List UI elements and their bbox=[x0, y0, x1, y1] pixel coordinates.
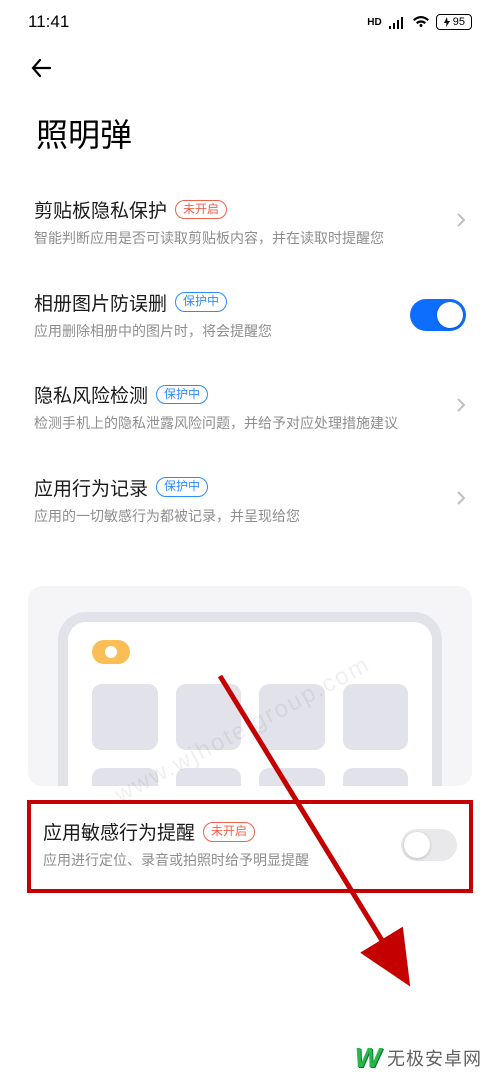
page-title: 照明弹 bbox=[0, 82, 500, 176]
setting-desc: 检测手机上的隐私泄露风险问题，并给予对应处理措施建议 bbox=[34, 414, 446, 434]
back-button[interactable] bbox=[28, 54, 56, 82]
status-badge: 保护中 bbox=[156, 477, 208, 497]
toggle-switch[interactable] bbox=[410, 299, 466, 331]
hd-icon: HD bbox=[367, 17, 381, 28]
setting-title: 应用敏感行为提醒 bbox=[43, 818, 195, 845]
setting-title: 剪贴板隐私保护 bbox=[34, 196, 167, 223]
setting-sensitive-behavior[interactable]: 应用敏感行为提醒 未开启 应用进行定位、录音或拍照时给予明显提醒 bbox=[43, 818, 457, 871]
status-badge: 未开启 bbox=[175, 200, 227, 220]
chevron-right-icon bbox=[456, 212, 466, 233]
status-indicators: HD 95 bbox=[367, 14, 472, 30]
battery-icon: 95 bbox=[436, 14, 472, 30]
setting-title: 应用行为记录 bbox=[34, 474, 148, 501]
status-badge: 保护中 bbox=[175, 292, 227, 312]
setting-album-protection[interactable]: 相册图片防误删 保护中 应用删除相册中的图片时，将会提醒您 bbox=[30, 269, 470, 362]
setting-desc: 应用的一切敏感行为都被记录，并呈现给您 bbox=[34, 507, 446, 527]
battery-level: 95 bbox=[453, 16, 465, 28]
setting-app-behavior[interactable]: 应用行为记录 保护中 应用的一切敏感行为都被记录，并呈现给您 bbox=[30, 454, 470, 547]
chevron-right-icon bbox=[456, 397, 466, 418]
status-time: 11:41 bbox=[28, 12, 69, 32]
header bbox=[0, 36, 500, 82]
setting-desc: 智能判断应用是否可读取剪贴板内容，并在读取时提醒您 bbox=[34, 229, 446, 249]
watermark-brand: W 无极安卓网 bbox=[355, 1042, 482, 1074]
brand-logo-icon: W bbox=[355, 1042, 381, 1074]
app-grid-mock bbox=[92, 684, 408, 786]
wifi-icon bbox=[412, 15, 430, 29]
highlighted-setting: 应用敏感行为提醒 未开启 应用进行定位、录音或拍照时给予明显提醒 bbox=[27, 800, 473, 893]
setting-desc: 应用进行定位、录音或拍照时给予明显提醒 bbox=[43, 851, 391, 871]
setting-title: 隐私风险检测 bbox=[34, 381, 148, 408]
brand-text: 无极安卓网 bbox=[387, 1045, 482, 1071]
setting-title: 相册图片防误删 bbox=[34, 289, 167, 316]
status-badge: 保护中 bbox=[156, 385, 208, 405]
illustration bbox=[28, 586, 472, 786]
phone-mockup bbox=[58, 612, 442, 786]
setting-clipboard-privacy[interactable]: 剪贴板隐私保护 未开启 智能判断应用是否可读取剪贴板内容，并在读取时提醒您 bbox=[30, 176, 470, 269]
status-bar: 11:41 HD 95 bbox=[0, 0, 500, 36]
signal-icon bbox=[388, 15, 406, 29]
settings-list: 剪贴板隐私保护 未开启 智能判断应用是否可读取剪贴板内容，并在读取时提醒您 相册… bbox=[0, 176, 500, 546]
toggle-switch[interactable] bbox=[401, 829, 457, 861]
camera-indicator-icon bbox=[92, 640, 130, 664]
chevron-right-icon bbox=[456, 490, 466, 511]
setting-privacy-risk[interactable]: 隐私风险检测 保护中 检测手机上的隐私泄露风险问题，并给予对应处理措施建议 bbox=[30, 361, 470, 454]
setting-desc: 应用删除相册中的图片时，将会提醒您 bbox=[34, 322, 400, 342]
status-badge: 未开启 bbox=[203, 822, 255, 842]
